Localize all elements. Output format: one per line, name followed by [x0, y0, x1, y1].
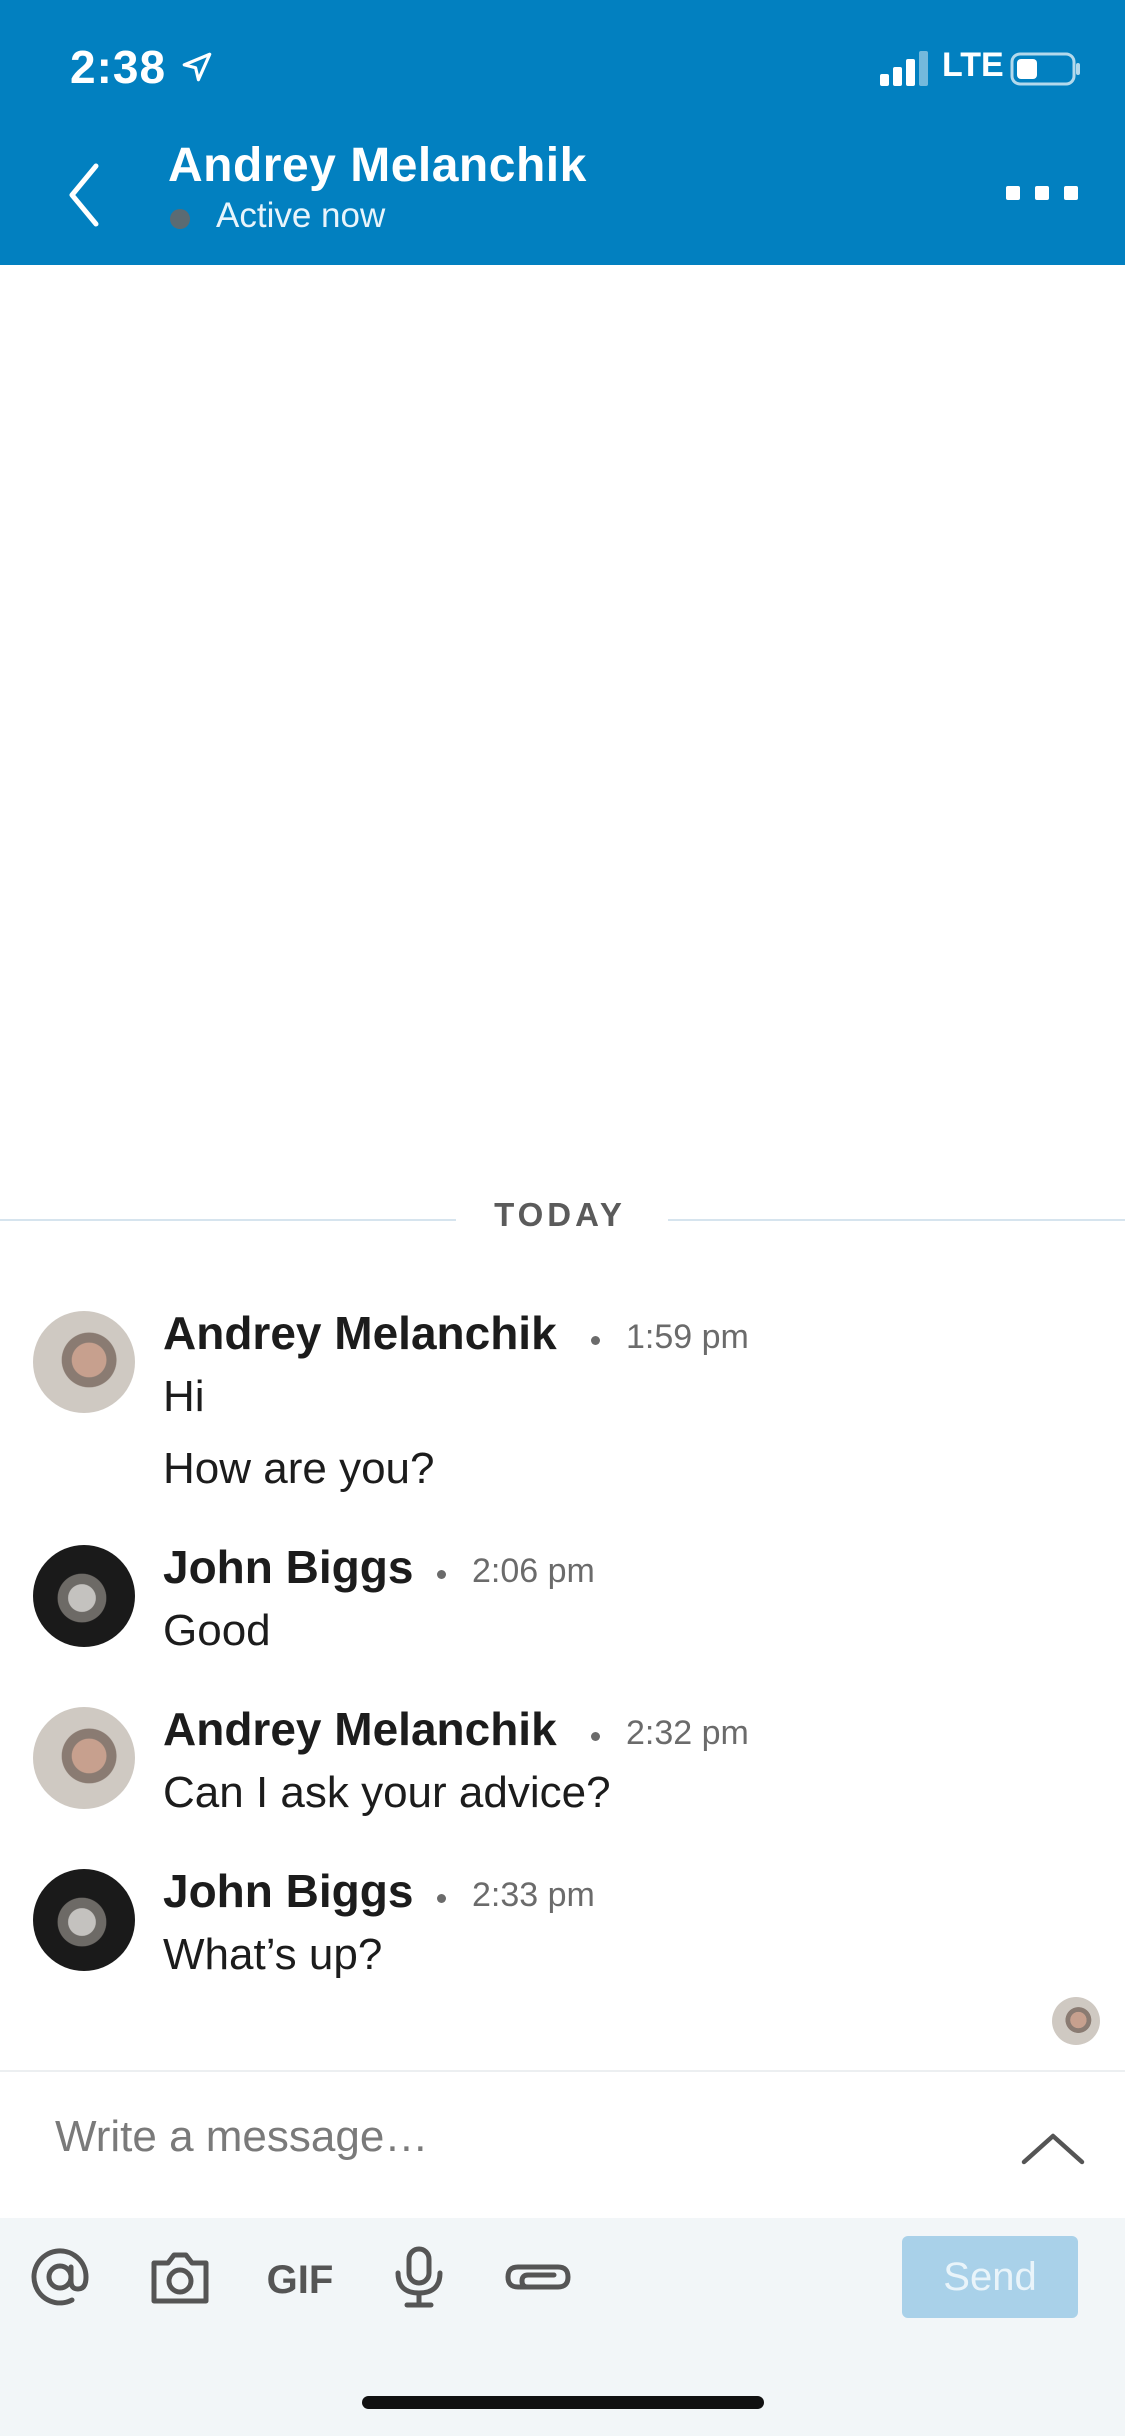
separator-dot: [437, 1894, 446, 1903]
date-divider-label: TODAY: [494, 1196, 626, 1233]
separator-dot: [591, 1732, 600, 1741]
more-dot: [1006, 186, 1020, 200]
status-bar-time: 2:38: [70, 41, 167, 93]
message-time: 2:33 pm: [472, 1876, 595, 1914]
chevron-up-icon[interactable]: [1020, 2130, 1086, 2166]
avatar[interactable]: [33, 1707, 135, 1809]
sender-name[interactable]: Andrey Melanchik: [163, 1306, 557, 1360]
presence-status: Active now: [216, 196, 386, 235]
camera-icon[interactable]: [148, 2245, 212, 2309]
gif-label: GIF: [267, 2258, 334, 2302]
more-dot: [1064, 186, 1078, 200]
more-dot: [1035, 186, 1049, 200]
message-time: 1:59 pm: [626, 1318, 749, 1356]
presence-dot: [170, 209, 190, 229]
divider-line-left: [0, 1219, 456, 1221]
message-input[interactable]: Write a message…: [55, 2112, 428, 2162]
message-text: Can I ask your advice?: [163, 1768, 611, 1817]
sender-name[interactable]: John Biggs: [163, 1540, 413, 1594]
conversation-header: 2:38 LTE Andrey Melanchik Active now: [0, 0, 1125, 265]
send-button[interactable]: Send: [902, 2236, 1078, 2318]
avatar[interactable]: [33, 1545, 135, 1647]
message-time: 2:32 pm: [626, 1714, 749, 1752]
network-type: LTE: [942, 46, 1004, 84]
back-chevron-icon[interactable]: [60, 160, 110, 230]
message-text: How are you?: [163, 1444, 435, 1493]
avatar[interactable]: [33, 1869, 135, 1971]
home-indicator[interactable]: [362, 2396, 764, 2409]
separator-dot: [591, 1336, 600, 1345]
location-arrow-icon: [182, 52, 212, 82]
composer-divider: [0, 2070, 1125, 2072]
more-icon[interactable]: [1006, 186, 1078, 206]
attachment-icon[interactable]: [504, 2245, 574, 2309]
message-text: Good: [163, 1606, 271, 1655]
message-time: 2:06 pm: [472, 1552, 595, 1590]
sender-name[interactable]: John Biggs: [163, 1864, 413, 1918]
message-text: What’s up?: [163, 1930, 383, 1979]
signal-icon: [880, 51, 928, 86]
message-text: Hi: [163, 1372, 205, 1421]
microphone-icon[interactable]: [390, 2245, 448, 2309]
separator-dot: [437, 1570, 446, 1579]
mention-icon[interactable]: [28, 2245, 92, 2309]
battery-icon: [1010, 52, 1080, 86]
avatar[interactable]: [33, 1311, 135, 1413]
read-receipt-avatar: [1052, 1997, 1100, 2045]
sender-name[interactable]: Andrey Melanchik: [163, 1702, 557, 1756]
contact-name[interactable]: Andrey Melanchik: [168, 138, 587, 193]
gif-icon[interactable]: GIF: [266, 2245, 334, 2309]
divider-line-right: [668, 1219, 1125, 1221]
